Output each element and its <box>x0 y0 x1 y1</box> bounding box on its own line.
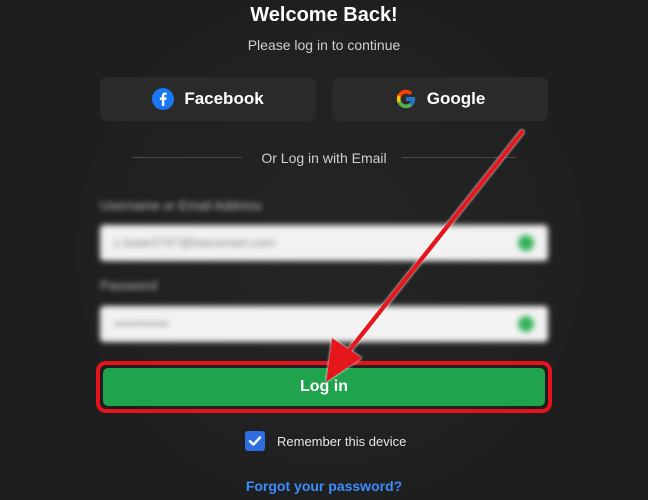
valid-status-icon <box>518 316 534 332</box>
page-title: Welcome Back! <box>250 4 398 26</box>
remember-checkbox[interactable] <box>245 431 265 451</box>
username-value: c.lowe3747@bacomart.com <box>114 235 276 250</box>
check-icon <box>248 436 262 446</box>
password-label: Password <box>100 278 158 293</box>
username-label: Username or Email Address <box>100 198 262 213</box>
login-button[interactable]: Log in <box>103 368 545 406</box>
password-value: •••••••••••• <box>114 316 169 331</box>
divider-line-right <box>402 157 517 158</box>
facebook-icon <box>152 88 175 110</box>
google-label: Google <box>426 89 486 108</box>
remember-device-row[interactable]: Remember this device <box>245 431 406 451</box>
forgot-password-link[interactable]: Forgot your password? <box>0 478 648 494</box>
password-field[interactable]: •••••••••••• <box>100 306 548 342</box>
google-login-button[interactable]: Google <box>332 77 548 121</box>
valid-status-icon <box>518 235 534 251</box>
remember-label: Remember this device <box>277 433 407 449</box>
email-divider-text: Or Log in with Email <box>261 150 387 166</box>
facebook-login-button[interactable]: Facebook <box>100 77 316 121</box>
username-field[interactable]: c.lowe3747@bacomart.com <box>100 225 548 261</box>
page-subtitle: Please log in to continue <box>247 37 401 53</box>
facebook-label: Facebook <box>184 89 264 108</box>
login-panel: Welcome Back! Please log in to continue … <box>0 0 648 500</box>
google-icon <box>395 88 417 110</box>
